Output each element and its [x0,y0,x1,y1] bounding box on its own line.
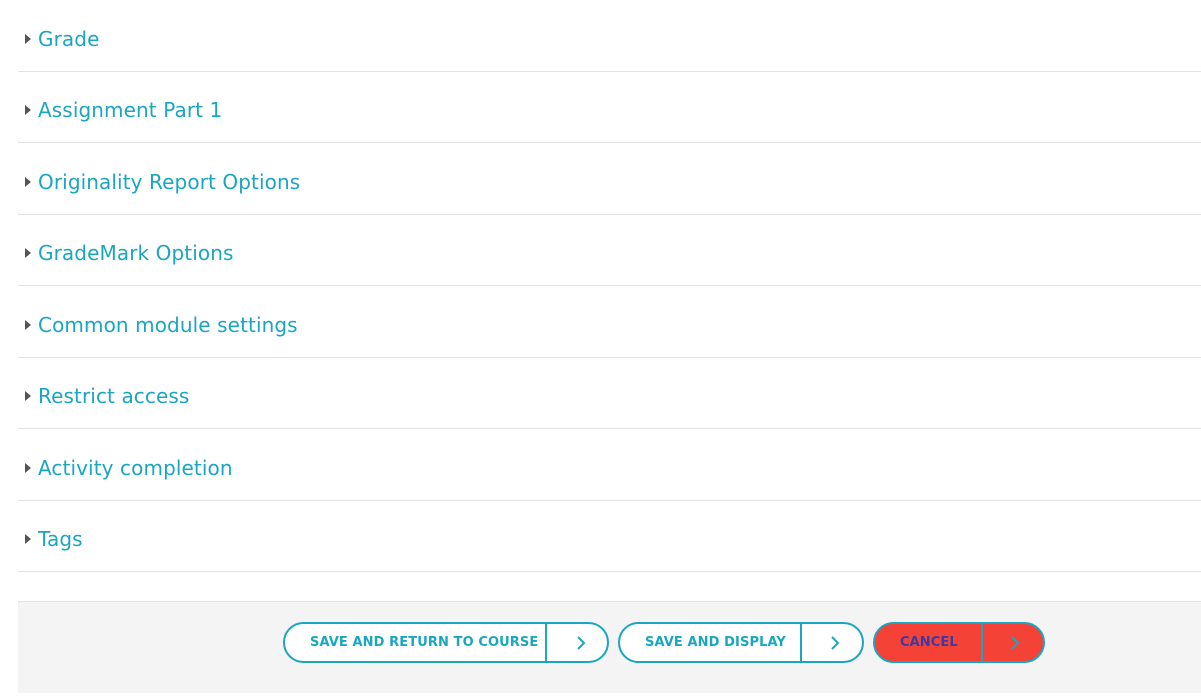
caret-right-icon [25,33,31,44]
section-toggle-tags[interactable]: Tags [18,527,83,551]
settings-sections: Grade Assignment Part 1 Originality Repo… [18,0,1201,572]
caret-right-icon [25,462,31,473]
caret-right-icon [25,534,31,544]
section-title: Assignment Part 1 [38,98,223,122]
button-divider [981,622,983,663]
chevron-right-icon [1000,624,1030,661]
section-toggle-common-module-settings[interactable]: Common module settings [18,313,298,337]
button-divider [800,622,802,663]
save-and-return-button[interactable]: SAVE AND RETURN TO COURSE [283,622,609,663]
button-divider [545,622,547,663]
section-toggle-assignment-part-1[interactable]: Assignment Part 1 [18,98,222,122]
save-and-display-button[interactable]: SAVE AND DISPLAY [618,622,864,663]
section-title: Activity completion [38,455,233,480]
caret-right-icon [25,248,31,258]
caret-right-icon [25,176,31,187]
caret-right-icon [25,391,31,401]
save-and-return-label: SAVE AND RETURN TO COURSE [310,635,539,650]
caret-right-icon [25,105,31,115]
cancel-label: CANCEL [900,635,958,650]
section-toggle-grademark-options[interactable]: GradeMark Options [18,241,234,265]
section-toggle-grade[interactable]: Grade [18,27,99,51]
form-action-bar: SAVE AND RETURN TO COURSE SAVE AND DISPL… [18,601,1201,693]
chevron-right-icon [566,624,596,661]
section-common-module-settings: Common module settings [18,286,1201,358]
section-restrict-access: Restrict access [18,358,1201,429]
section-title: GradeMark Options [38,241,234,265]
section-grade: Grade [18,0,1201,72]
section-activity-completion: Activity completion [18,429,1201,501]
section-grademark-options: GradeMark Options [18,215,1201,286]
section-assignment-part-1: Assignment Part 1 [18,72,1201,143]
chevron-right-icon [820,624,850,661]
section-tags: Tags [18,501,1201,572]
cancel-button[interactable]: CANCEL [873,622,1045,663]
section-title: Common module settings [38,312,298,337]
caret-right-icon [25,319,31,330]
section-toggle-originality-report-options[interactable]: Originality Report Options [18,170,300,194]
save-and-display-label: SAVE AND DISPLAY [645,635,786,650]
section-title: Restrict access [38,384,190,408]
section-toggle-activity-completion[interactable]: Activity completion [18,456,233,480]
section-title: Tags [38,527,83,551]
section-toggle-restrict-access[interactable]: Restrict access [18,384,189,408]
section-title: Originality Report Options [38,169,301,194]
section-originality-report-options: Originality Report Options [18,143,1201,215]
section-title: Grade [38,26,100,51]
